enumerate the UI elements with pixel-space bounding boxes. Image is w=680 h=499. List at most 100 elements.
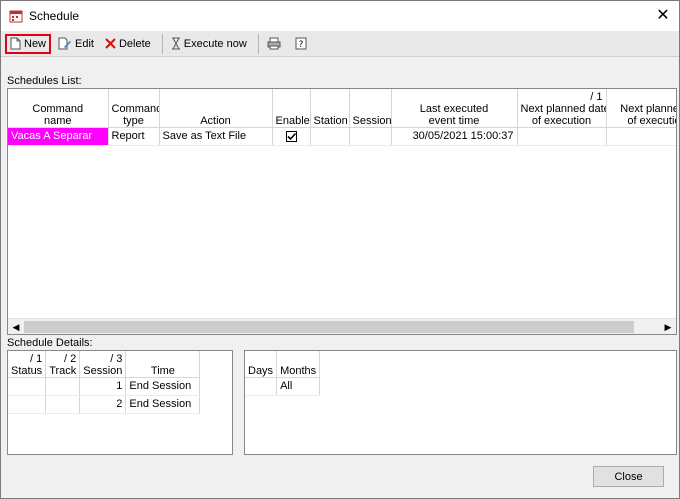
edit-button-label: Edit [75, 37, 94, 50]
cell-action[interactable]: Save as Text File [159, 127, 273, 146]
schedules-grid[interactable]: Command name Command type Action Enable Statio… [7, 88, 677, 335]
window-title: Schedule [29, 9, 80, 23]
column-header-label: Session [352, 114, 391, 127]
printer-icon [267, 37, 281, 50]
print-button[interactable] [263, 34, 288, 54]
cell-status[interactable] [8, 395, 47, 414]
days-months-table: Days Months All [245, 351, 321, 396]
cell-next-date[interactable] [517, 127, 607, 146]
column-header-label: Months [280, 364, 317, 377]
close-button[interactable]: Close [593, 466, 664, 487]
cell-session[interactable]: 2 [79, 395, 127, 414]
column-header-label: Next planned date [520, 102, 606, 115]
cell-next-time[interactable] [606, 127, 676, 146]
cell-time[interactable]: End Session [125, 395, 201, 414]
cell-enabled[interactable] [272, 127, 311, 146]
days-months-grid[interactable]: Days Months All [244, 350, 677, 455]
column-header[interactable]: Days [245, 351, 278, 378]
new-button-label: New [24, 37, 47, 50]
column-header[interactable]: Command name [8, 89, 109, 128]
column-header[interactable]: Months [276, 351, 321, 378]
column-header[interactable]: / 1 Status [8, 351, 47, 378]
column-header-label: of execution [531, 114, 592, 127]
toolbar-separator [257, 33, 259, 54]
column-header-label: of execution [627, 114, 676, 127]
cell-days[interactable] [245, 377, 278, 396]
cell-session[interactable] [349, 127, 392, 146]
column-header-label: Session [83, 364, 123, 377]
column-header[interactable]: Enable [272, 89, 311, 128]
sort-order-indicator: / 2 [64, 352, 77, 365]
schedule-window: Schedule ✕ New Edit Delete Execute now ?… [0, 0, 680, 499]
help-button[interactable]: ? [291, 34, 314, 54]
column-header[interactable]: / 1 Next planned date of execution [517, 89, 607, 128]
execute-now-label: Execute now [183, 37, 247, 50]
help-icon: ? [295, 37, 307, 50]
column-header[interactable]: Last executed event time [391, 89, 518, 128]
horizontal-scrollbar[interactable]: ◀ ▶ [8, 318, 676, 334]
cell-time[interactable]: End Session [125, 377, 201, 396]
table-row[interactable]: 1 End Session [8, 377, 201, 396]
cell-last-executed[interactable]: 30/05/2021 15:00:37 [391, 127, 518, 146]
column-header-label: Status [11, 364, 43, 377]
window-close-icon[interactable]: ✕ [653, 6, 673, 26]
column-header-label: Track [49, 364, 77, 377]
table-row[interactable]: 2 End Session [8, 395, 201, 414]
cell-command-type[interactable]: Report [108, 127, 160, 146]
column-header[interactable]: Time [125, 351, 201, 378]
cell-status[interactable] [8, 377, 47, 396]
days-months-header-row: Days Months [245, 351, 321, 378]
sort-order-indicator: / 1 [590, 90, 603, 103]
cell-track[interactable] [45, 395, 81, 414]
cell-months[interactable]: All [276, 377, 321, 396]
cell-session[interactable]: 1 [79, 377, 127, 396]
column-header-label: event time [428, 114, 480, 127]
schedule-details-grid[interactable]: / 1 Status/ 2 Track/ 3 Session Time 1 End Ses… [7, 350, 233, 455]
column-header-label: Enable [275, 114, 310, 127]
scroll-right-arrow-icon[interactable]: ▶ [660, 319, 676, 334]
column-header[interactable]: /Next planned tiof execution [606, 89, 676, 128]
cell-station[interactable] [310, 127, 350, 146]
column-header[interactable]: / 2 Track [45, 351, 81, 378]
checkmark-icon [286, 132, 296, 140]
hourglass-icon [171, 37, 180, 50]
new-document-icon [10, 37, 21, 50]
toolbar-separator [161, 33, 163, 54]
sort-order-indicator: / 3 [110, 352, 123, 365]
column-header[interactable]: / 3 Session [79, 351, 127, 378]
column-header-label: Time [150, 364, 175, 377]
table-row[interactable]: Vacas A Separar Report Save as Text File 30… [8, 127, 676, 146]
column-header-label: Last executed [419, 102, 489, 115]
column-header[interactable]: Station [310, 89, 350, 128]
delete-button-label: Delete [118, 37, 151, 50]
column-header-label: name [43, 114, 72, 127]
column-header[interactable]: Action [159, 89, 273, 128]
schedule-details-table: / 1 Status/ 2 Track/ 3 Session Time 1 End Ses… [8, 351, 201, 414]
table-row[interactable]: All [245, 377, 321, 396]
column-header-label: Station [313, 114, 348, 127]
enable-checkbox[interactable] [285, 130, 297, 142]
column-header-label: Command [111, 102, 159, 115]
schedules-table: Command name Command type Action Enable Statio… [8, 89, 676, 146]
scrollbar-thumb[interactable] [24, 321, 634, 333]
column-header-label: type [123, 114, 144, 127]
edit-icon [58, 37, 72, 50]
execute-now-button[interactable]: Execute now [167, 34, 251, 54]
sort-order-indicator: / 1 [29, 352, 43, 365]
schedules-list-label: Schedules List: [7, 75, 82, 87]
schedules-header-row: Command name Command type Action Enable Statio… [8, 89, 676, 128]
cell-command-name[interactable]: Vacas A Separar [8, 127, 109, 146]
column-header[interactable]: Command type [108, 89, 160, 128]
details-header-row: / 1 Status/ 2 Track/ 3 Session Time [8, 351, 201, 378]
svg-text:?: ? [298, 40, 303, 50]
schedule-details-label: Schedule Details: [7, 337, 93, 349]
title-bar: Schedule ✕ [1, 1, 679, 31]
edit-button[interactable]: Edit [54, 34, 98, 54]
column-header[interactable]: Session [349, 89, 392, 128]
delete-button[interactable]: Delete [101, 34, 155, 54]
new-button[interactable]: New [5, 33, 52, 54]
cell-track[interactable] [45, 377, 81, 396]
column-header-label: Next planned ti [620, 102, 676, 115]
scroll-left-arrow-icon[interactable]: ◀ [8, 319, 24, 334]
column-header-label: Action [200, 114, 231, 127]
